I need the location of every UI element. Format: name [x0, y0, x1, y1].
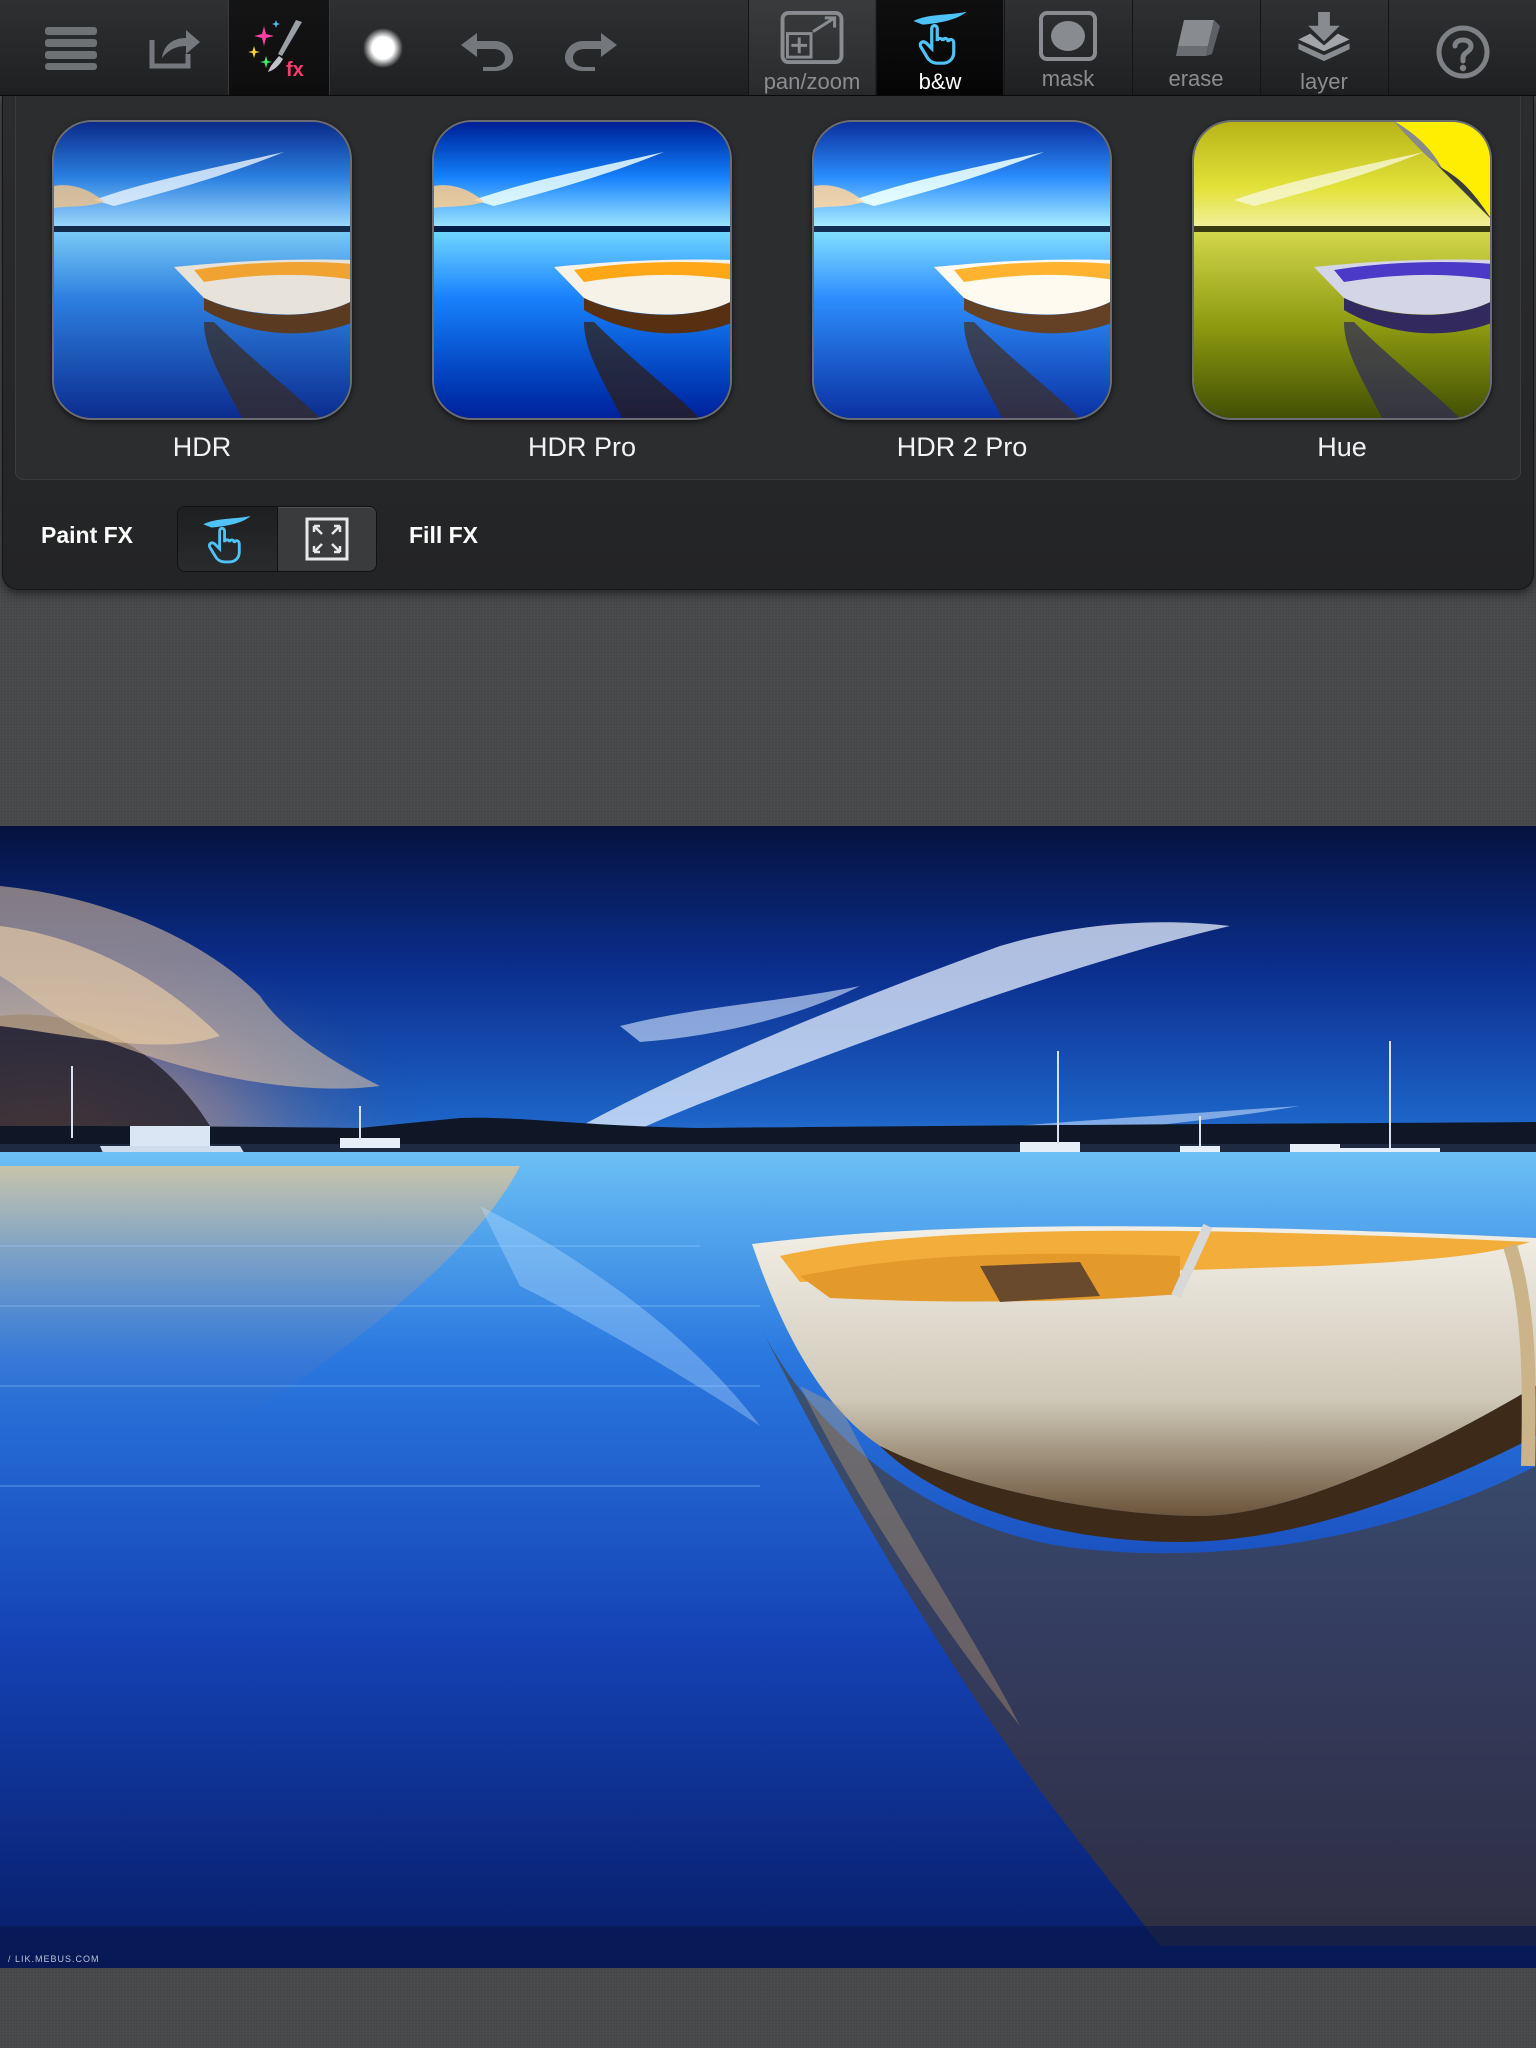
fx-thumbnail: [812, 120, 1112, 420]
menu-button[interactable]: [20, 0, 122, 95]
mode-mask[interactable]: mask: [1004, 0, 1131, 95]
paint-fx-label: Paint FX: [41, 522, 134, 548]
fx-label: HDR Pro: [527, 432, 636, 462]
mode-layer[interactable]: layer: [1260, 0, 1387, 95]
photo-watermark: / LIK.MEBUS.COM: [8, 1954, 100, 1964]
fx-tile-hue[interactable]: Hue: [1192, 120, 1492, 463]
fill-fx-button[interactable]: [278, 507, 377, 571]
fx-label: HDR 2 Pro: [896, 432, 1028, 462]
fill-frame-icon: [305, 517, 349, 561]
help-icon: [1436, 25, 1489, 79]
paint-hand-icon: [913, 11, 967, 65]
brush-size-icon: [363, 27, 403, 68]
page-curl-icon: [1393, 122, 1490, 218]
layer-icon: [1298, 11, 1350, 62]
mode-bw[interactable]: b&w: [876, 0, 1003, 95]
fx-effects-grid: HDR HDR Pro HDR 2 Pro Hue: [15, 96, 1521, 480]
mode-mask-label: mask: [1041, 66, 1095, 91]
fx-panel: HDR HDR Pro HDR 2 Pro Hue Paint FX Fill …: [2, 96, 1534, 590]
mode-pan-zoom-label: pan/zoom: [763, 69, 861, 94]
paint-fx-button[interactable]: [178, 507, 278, 571]
fx-tile-hdr-2-pro[interactable]: HDR 2 Pro: [812, 120, 1112, 463]
undo-icon: [461, 32, 513, 71]
fill-fx-label: Fill FX: [409, 522, 478, 548]
share-icon: [149, 29, 200, 68]
help-button[interactable]: [1388, 0, 1536, 95]
mode-bw-label: b&w: [918, 69, 962, 94]
fx-thumbnail: [432, 120, 732, 420]
paint-hand-icon: [203, 516, 251, 564]
fx-text: fx: [286, 59, 304, 80]
fx-brush-icon: fx: [248, 19, 304, 80]
mode-pan-zoom[interactable]: pan/zoom: [748, 0, 875, 95]
undo-button[interactable]: [436, 0, 538, 95]
pan-zoom-icon: [780, 10, 844, 65]
mode-layer-label: layer: [1300, 69, 1348, 94]
mask-icon: [1039, 11, 1097, 61]
menu-icon: [45, 26, 97, 70]
eraser-icon: [1176, 20, 1220, 56]
fx-thumbnail: [1192, 120, 1492, 420]
brush-size-button[interactable]: [332, 0, 434, 95]
toolbar: fx pan/zoom b&w mask erase layer: [0, 0, 1536, 96]
fx-mode-row: Paint FX Fill FX: [3, 500, 1533, 576]
canvas-photo[interactable]: / LIK.MEBUS.COM: [0, 826, 1536, 1968]
fx-label: Hue: [1317, 432, 1367, 462]
fx-tile-hdr[interactable]: HDR: [52, 120, 352, 463]
share-button[interactable]: [124, 0, 226, 95]
fx-label: HDR: [172, 432, 232, 462]
redo-button[interactable]: [540, 0, 642, 95]
redo-icon: [565, 32, 617, 71]
fx-tile-hdr-pro[interactable]: HDR Pro: [432, 120, 732, 463]
mode-erase-label: erase: [1168, 66, 1224, 91]
mode-erase[interactable]: erase: [1132, 0, 1259, 95]
fx-thumbnail: [52, 120, 352, 420]
fx-mode-toggle: [177, 506, 377, 572]
fx-tool-button[interactable]: fx: [228, 0, 330, 95]
